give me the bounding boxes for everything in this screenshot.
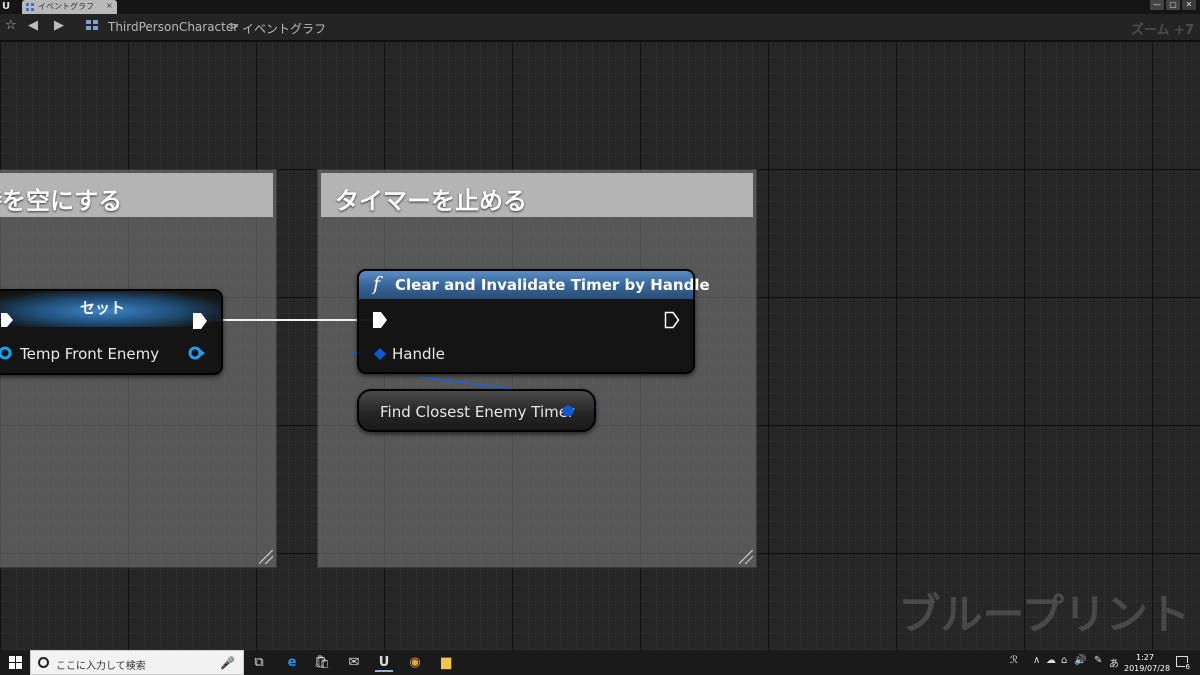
breadcrumb-blueprint[interactable]: ThirdPersonCharacter xyxy=(108,20,238,34)
close-button[interactable]: ✕ xyxy=(1182,0,1196,10)
windows-start-icon[interactable] xyxy=(9,656,22,669)
document-tab-event-graph[interactable]: イベントグラフ × xyxy=(22,0,117,14)
back-arrow-icon[interactable]: ◀ xyxy=(28,19,38,33)
blueprint-graph-canvas[interactable]: 時を空にする タイマーを止める セット Temp Front Enemy f C… xyxy=(0,41,1200,650)
notification-count: 6 xyxy=(1184,663,1191,671)
clock-date: 2019/07/28 xyxy=(1124,664,1171,673)
task-view-icon[interactable]: ⧉ xyxy=(250,654,268,672)
favorite-star-icon[interactable]: ☆ xyxy=(5,19,17,33)
maximize-button[interactable]: ▢ xyxy=(1166,0,1180,10)
exec-in-pin-icon[interactable] xyxy=(372,311,388,329)
microphone-icon[interactable]: 🎤 xyxy=(220,656,235,670)
mail-icon[interactable]: ✉ xyxy=(345,654,363,672)
unreal-engine-taskbar-icon[interactable]: U xyxy=(375,654,393,672)
window-controls: — ▢ ✕ xyxy=(1150,0,1196,12)
onedrive-icon[interactable]: ☁ xyxy=(1046,655,1056,666)
function-node-title: Clear and Invalidate Timer by Handle xyxy=(395,276,710,294)
forward-arrow-icon[interactable]: ▶ xyxy=(54,19,64,33)
function-node-pin-label: Handle xyxy=(392,345,445,363)
search-placeholder: ここに入力して検索 xyxy=(56,661,146,672)
notification-center-icon[interactable]: 6 xyxy=(1176,656,1191,671)
cortana-circle-icon xyxy=(38,657,49,668)
edge-browser-icon[interactable]: e xyxy=(283,654,301,672)
clear-invalidate-timer-node[interactable]: f Clear and Invalidate Timer by Handle H… xyxy=(357,269,710,374)
breadcrumb-graph[interactable]: イベントグラフ xyxy=(242,20,326,37)
minimize-button[interactable]: — xyxy=(1150,0,1164,10)
object-in-pin-icon[interactable] xyxy=(0,346,14,360)
function-icon: f xyxy=(373,273,381,295)
struct-in-pin-icon[interactable] xyxy=(373,347,387,361)
exec-in-pin-icon[interactable] xyxy=(0,312,14,328)
find-closest-enemy-timer-node[interactable]: Find Closest Enemy Timer xyxy=(357,389,596,432)
ime-icon[interactable]: あ xyxy=(1109,655,1119,670)
pen-icon[interactable]: ✎ xyxy=(1094,655,1102,666)
exec-out-pin-icon[interactable] xyxy=(664,311,680,329)
breadcrumb-separator: > xyxy=(229,19,240,33)
zoom-level: ズーム +7 xyxy=(1130,23,1194,38)
unreal-logo-icon: U xyxy=(2,1,11,12)
taskbar-clock[interactable]: 1:27 2019/07/28 xyxy=(1124,652,1171,674)
variable-node-label: Find Closest Enemy Timer xyxy=(380,403,575,421)
set-node-pin-label: Temp Front Enemy xyxy=(20,345,160,363)
taskbar-search-box[interactable]: ここに入力して検索 🎤 xyxy=(30,650,244,675)
set-variable-node[interactable]: セット Temp Front Enemy xyxy=(0,289,223,375)
window-title-bar: U イベントグラフ × — ▢ ✕ xyxy=(0,0,1200,14)
set-node-title: セット xyxy=(80,299,126,317)
exec-out-pin-icon[interactable] xyxy=(192,312,208,330)
people-icon[interactable]: ℛ xyxy=(1010,655,1018,666)
file-explorer-icon[interactable]: ▆ xyxy=(437,654,455,672)
function-node-header: f Clear and Invalidate Timer by Handle xyxy=(359,271,710,299)
struct-out-pin-icon[interactable] xyxy=(560,404,578,418)
tab-close-icon[interactable]: × xyxy=(106,1,113,10)
blueprint-watermark: ブループリント xyxy=(898,590,1190,639)
tray-expand-icon[interactable]: ∧ xyxy=(1033,655,1040,666)
chrome-icon[interactable]: ◉ xyxy=(406,654,424,672)
windows-taskbar: ここに入力して検索 🎤 ⧉ e 🛍 ✉ U ◉ ▆ ℛ ∧ ☁ ⌂ 🔊 ✎ あ … xyxy=(0,650,1200,675)
clock-time: 1:27 xyxy=(1136,653,1154,662)
object-out-pin-icon[interactable] xyxy=(187,345,207,361)
blueprint-class-icon xyxy=(86,20,100,32)
volume-icon[interactable]: 🔊 xyxy=(1074,655,1086,666)
blueprint-graph-icon xyxy=(26,3,34,11)
store-icon[interactable]: 🛍 xyxy=(313,654,331,672)
network-icon[interactable]: ⌂ xyxy=(1061,655,1067,666)
document-tab-label: イベントグラフ xyxy=(38,2,94,11)
